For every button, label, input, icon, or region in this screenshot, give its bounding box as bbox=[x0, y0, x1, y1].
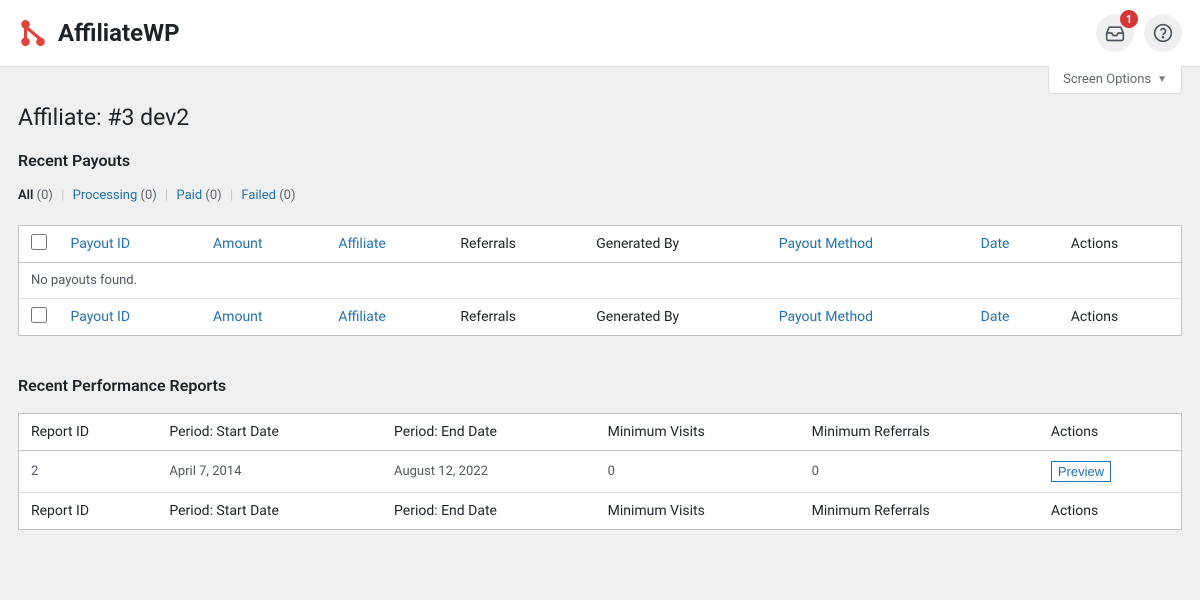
notification-badge: 1 bbox=[1120, 10, 1138, 28]
screen-options-label: Screen Options bbox=[1063, 72, 1151, 87]
col-payout-id[interactable]: Payout ID bbox=[59, 226, 202, 263]
col-generated-by: Generated By bbox=[584, 226, 766, 263]
brand: AffiliateWP bbox=[18, 18, 180, 48]
select-all-checkbox-footer[interactable] bbox=[31, 307, 47, 323]
empty-message: No payouts found. bbox=[19, 263, 1182, 299]
app-header: AffiliateWP 1 bbox=[0, 0, 1200, 67]
col-start-date: Period: Start Date bbox=[157, 414, 382, 451]
col-end-date-footer: Period: End Date bbox=[382, 493, 596, 530]
report-action-cell: Preview bbox=[1039, 451, 1182, 493]
col-date-footer[interactable]: Date bbox=[969, 299, 1059, 336]
col-affiliate-footer[interactable]: Affiliate bbox=[326, 299, 448, 336]
help-button[interactable] bbox=[1144, 14, 1182, 52]
col-report-id: Report ID bbox=[19, 414, 158, 451]
col-amount[interactable]: Amount bbox=[201, 226, 326, 263]
col-date[interactable]: Date bbox=[969, 226, 1059, 263]
page-title: Affiliate: #3 dev2 bbox=[18, 104, 1182, 131]
brand-name: AffiliateWP bbox=[58, 19, 180, 47]
caret-down-icon: ▼ bbox=[1157, 74, 1167, 85]
col-generated-by-footer: Generated By bbox=[584, 299, 766, 336]
payouts-section-title: Recent Payouts bbox=[18, 151, 1182, 170]
col-start-date-footer: Period: Start Date bbox=[157, 493, 382, 530]
col-min-referrals: Minimum Referrals bbox=[800, 414, 1039, 451]
col-affiliate[interactable]: Affiliate bbox=[326, 226, 448, 263]
main-content: Affiliate: #3 dev2 Recent Payouts All (0… bbox=[0, 94, 1200, 600]
select-all-header bbox=[19, 226, 59, 263]
brand-logo-icon bbox=[18, 18, 48, 48]
filter-all[interactable]: All (0) bbox=[18, 188, 56, 203]
report-visits-cell: 0 bbox=[596, 451, 800, 493]
col-report-actions-footer: Actions bbox=[1039, 493, 1182, 530]
screen-options-wrap: Screen Options ▼ bbox=[0, 67, 1200, 94]
filter-paid[interactable]: Paid (0) bbox=[176, 188, 224, 203]
col-min-visits: Minimum Visits bbox=[596, 414, 800, 451]
filter-failed[interactable]: Failed (0) bbox=[241, 188, 295, 203]
reports-section-title: Recent Performance Reports bbox=[18, 376, 1182, 395]
col-end-date: Period: End Date bbox=[382, 414, 596, 451]
inbox-icon bbox=[1105, 23, 1125, 43]
col-actions-footer: Actions bbox=[1059, 299, 1182, 336]
select-all-footer bbox=[19, 299, 59, 336]
col-min-referrals-footer: Minimum Referrals bbox=[800, 493, 1039, 530]
help-icon bbox=[1153, 23, 1173, 43]
header-actions: 1 bbox=[1096, 14, 1182, 52]
col-payout-method[interactable]: Payout Method bbox=[767, 226, 969, 263]
report-id-cell: 2 bbox=[19, 451, 158, 493]
col-report-id-footer: Report ID bbox=[19, 493, 158, 530]
col-payout-id-footer[interactable]: Payout ID bbox=[59, 299, 202, 336]
report-row: 2 April 7, 2014 August 12, 2022 0 0 Prev… bbox=[19, 451, 1182, 493]
payouts-filters: All (0) | Processing (0) | Paid (0) | Fa… bbox=[18, 188, 1182, 203]
screen-options-button[interactable]: Screen Options ▼ bbox=[1048, 66, 1182, 94]
report-start-cell: April 7, 2014 bbox=[157, 451, 382, 493]
col-actions: Actions bbox=[1059, 226, 1182, 263]
empty-row: No payouts found. bbox=[19, 263, 1182, 299]
inbox-button[interactable]: 1 bbox=[1096, 14, 1134, 52]
report-end-cell: August 12, 2022 bbox=[382, 451, 596, 493]
col-report-actions: Actions bbox=[1039, 414, 1182, 451]
report-referrals-cell: 0 bbox=[800, 451, 1039, 493]
filter-processing[interactable]: Processing (0) bbox=[73, 188, 160, 203]
select-all-checkbox[interactable] bbox=[31, 234, 47, 250]
col-referrals: Referrals bbox=[448, 226, 584, 263]
preview-button[interactable]: Preview bbox=[1051, 461, 1111, 482]
payouts-table: Payout ID Amount Affiliate Referrals Gen… bbox=[18, 225, 1182, 336]
reports-table: Report ID Period: Start Date Period: End… bbox=[18, 413, 1182, 530]
col-amount-footer[interactable]: Amount bbox=[201, 299, 326, 336]
col-min-visits-footer: Minimum Visits bbox=[596, 493, 800, 530]
col-payout-method-footer[interactable]: Payout Method bbox=[767, 299, 969, 336]
col-referrals-footer: Referrals bbox=[448, 299, 584, 336]
